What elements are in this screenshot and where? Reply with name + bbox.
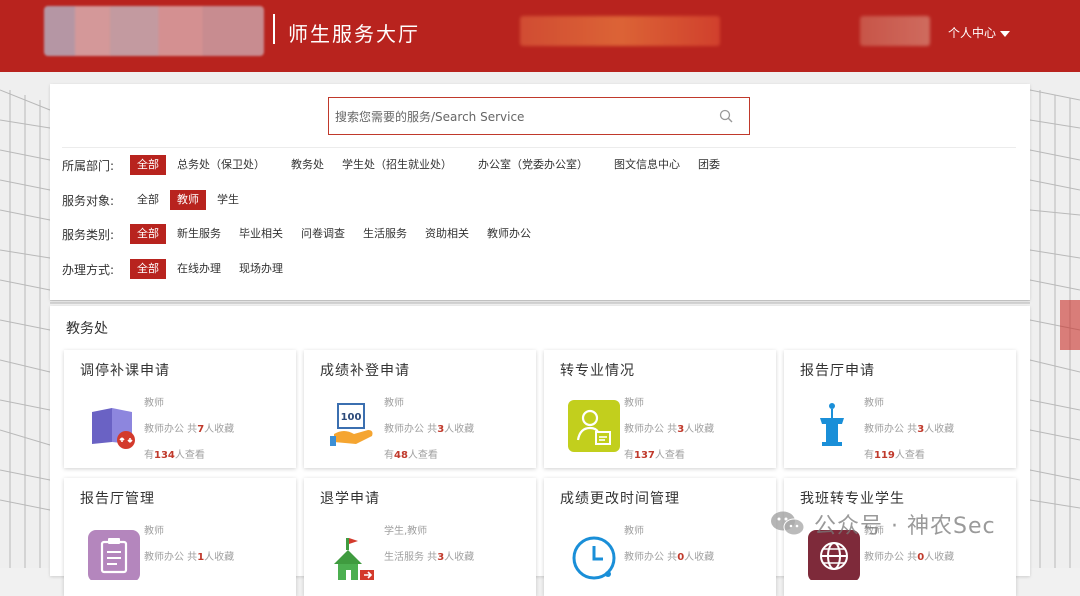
service-card[interactable]: 报告厅管理 教师 教师办公 共1人收藏 [64, 478, 296, 596]
filter-option[interactable]: 全部 [130, 190, 166, 210]
filter-option[interactable]: 在线办理 [170, 259, 228, 279]
card-favorites: 教师办公 共0人收藏 [864, 552, 955, 563]
header-divider [273, 14, 275, 44]
card-audience: 学生,教师 [384, 526, 428, 537]
book-swap-icon [92, 408, 135, 449]
blurred-user-name [860, 16, 930, 46]
card-favorites: 生活服务 共3人收藏 [384, 552, 475, 563]
wechat-icon [771, 511, 805, 536]
user-card-icon [568, 400, 620, 452]
card-audience: 教师 [864, 398, 884, 409]
filter-separator [62, 147, 1016, 148]
filter-option[interactable]: 新生服务 [170, 224, 228, 244]
card-title: 成绩更改时间管理 [560, 491, 680, 507]
card-views: 有137人查看 [624, 450, 685, 461]
search-box [328, 97, 750, 136]
filter-option[interactable]: 办公室（党委办公室） [471, 155, 595, 175]
top-header: 师生服务大厅 个人中心 [0, 0, 1080, 72]
filter-row-audience: 服务对象: 全部 教师 学生 [62, 189, 250, 211]
filter-label: 所属部门: [62, 158, 115, 173]
card-favorites: 教师办公 共3人收藏 [384, 424, 475, 435]
card-title: 转专业情况 [560, 363, 635, 379]
card-title: 调停补课申请 [80, 363, 170, 379]
blurred-logo [44, 6, 264, 56]
svg-text:100: 100 [341, 412, 362, 423]
card-favorites: 教师办公 共7人收藏 [144, 424, 235, 435]
card-audience: 教师 [144, 526, 164, 537]
card-audience: 教师 [624, 526, 644, 537]
service-card[interactable]: 成绩补登申请 100 教师 教师办公 共3人收藏 有48人查看 [304, 350, 536, 468]
watermark-text: 公众号 · 神农Sec [814, 514, 996, 539]
card-title: 报告厅管理 [80, 491, 155, 507]
service-card[interactable]: 成绩更改时间管理 教师 教师办公 共0人收藏 [544, 478, 776, 596]
filter-option[interactable]: 总务处（保卫处） [170, 155, 272, 175]
card-favorites: 教师办公 共3人收藏 [864, 424, 955, 435]
card-audience: 教师 [624, 398, 644, 409]
card-views: 有134人查看 [144, 450, 205, 461]
filter-row-method: 办理方式: 全部 在线办理 现场办理 [62, 258, 294, 280]
service-card[interactable]: 调停补课申请 教师 教师办公 共7人收藏 有134人查看 [64, 350, 296, 468]
filter-option[interactable]: 学生 [210, 190, 246, 210]
score-100-icon: 100 [330, 403, 373, 446]
filter-panel: 所属部门: 全部 总务处（保卫处） 教务处 学生处（招生就业处） 办公室（党委办… [50, 84, 1030, 300]
filter-option[interactable]: 团委 [691, 155, 727, 175]
clock-icon [572, 536, 616, 580]
user-center-label: 个人中心 [948, 26, 997, 40]
card-title: 我班转专业学生 [800, 491, 905, 507]
card-favorites: 教师办公 共3人收藏 [624, 424, 715, 435]
caret-down-icon [1000, 30, 1011, 37]
card-views: 有48人查看 [384, 450, 438, 461]
filter-label: 服务对象: [62, 193, 115, 208]
filter-option[interactable]: 毕业相关 [232, 224, 290, 244]
search-input[interactable] [333, 98, 717, 136]
filter-option[interactable]: 教务处 [284, 155, 331, 175]
user-center-menu[interactable]: 个人中心 [948, 24, 1011, 41]
filter-option[interactable]: 全部 [130, 224, 166, 244]
card-title: 退学申请 [320, 491, 380, 507]
card-views: 有119人查看 [864, 450, 925, 461]
clipboard-icon [88, 530, 140, 580]
search-icon[interactable] [719, 109, 733, 123]
filter-option[interactable]: 资助相关 [418, 224, 476, 244]
service-card[interactable]: 转专业情况 教师 教师办公 共3人收藏 有137人查看 [544, 350, 776, 468]
filter-option[interactable]: 教师 [170, 190, 206, 210]
filter-option[interactable]: 图文信息中心 [607, 155, 687, 175]
card-favorites: 教师办公 共1人收藏 [144, 552, 235, 563]
card-favorites: 教师办公 共0人收藏 [624, 552, 715, 563]
card-audience: 教师 [384, 398, 404, 409]
filter-option[interactable]: 全部 [130, 259, 166, 279]
filter-option[interactable]: 生活服务 [356, 224, 414, 244]
card-audience: 教师 [144, 398, 164, 409]
page-title: 师生服务大厅 [288, 22, 420, 46]
filter-option[interactable]: 学生处（招生就业处） [335, 155, 459, 175]
blurred-header-text [520, 16, 720, 46]
filter-row-category: 服务类别: 全部 新生服务 毕业相关 问卷调查 生活服务 资助相关 教师办公 [62, 223, 542, 245]
filter-option[interactable]: 现场办理 [232, 259, 290, 279]
watermark: 公众号 · 神农Sec [770, 508, 996, 540]
card-title: 报告厅申请 [800, 363, 875, 379]
service-card[interactable]: 退学申请 学生,教师 生活服务 共3人收藏 [304, 478, 536, 596]
filter-label: 服务类别: [62, 227, 115, 242]
podium-icon [820, 403, 844, 446]
school-exit-icon [334, 538, 374, 580]
filter-option[interactable]: 教师办公 [480, 224, 538, 244]
filter-option[interactable]: 问卷调查 [294, 224, 352, 244]
filter-row-department: 所属部门: 全部 总务处（保卫处） 教务处 学生处（招生就业处） 办公室（党委办… [62, 154, 731, 176]
filter-label: 办理方式: [62, 262, 115, 277]
filter-option[interactable]: 全部 [130, 155, 166, 175]
section-title: 教务处 [66, 321, 108, 337]
service-card[interactable]: 报告厅申请 教师 教师办公 共3人收藏 有119人查看 [784, 350, 1016, 468]
card-title: 成绩补登申请 [320, 363, 410, 379]
